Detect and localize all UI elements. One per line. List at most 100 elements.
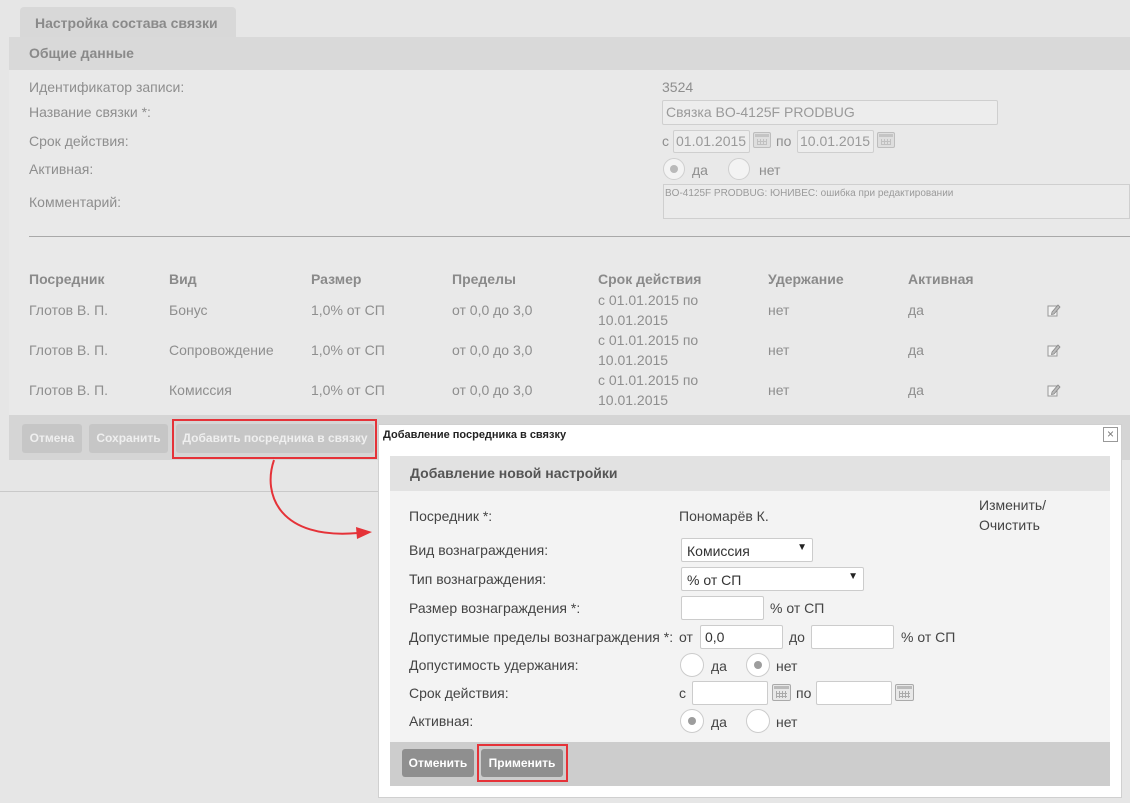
dialog-section-title: Добавление новой настройки (390, 456, 1110, 491)
section-title: Общие данные (9, 37, 1130, 70)
limits-from-prefix: от (679, 629, 693, 645)
calendar-icon[interactable] (753, 132, 771, 148)
active-yes-radio[interactable] (663, 158, 685, 180)
chevron-down-icon: ▼ (848, 571, 858, 582)
reward-type-select[interactable]: % от СП ▼ (681, 567, 864, 591)
period-to-prefix: по (776, 133, 792, 149)
id-label: Идентификатор записи: (29, 79, 185, 95)
cell-hold: нет (768, 342, 790, 358)
name-input[interactable]: Связка BO-4125F PRODBUG (662, 100, 998, 125)
cell-active: да (908, 342, 924, 358)
cell-active: да (908, 382, 924, 398)
hold-no-label: нет (776, 658, 798, 674)
column-header-kind: Вид (169, 271, 197, 287)
edit-icon[interactable] (1047, 383, 1061, 397)
active-label: Активная: (29, 161, 94, 177)
active-no-radio[interactable] (728, 158, 750, 180)
cell-active: да (908, 302, 924, 318)
reward-kind-select[interactable]: Комиссия ▼ (681, 538, 813, 562)
page-tab[interactable]: Настройка состава связки (20, 7, 236, 37)
period-to-prefix: по (796, 685, 812, 701)
period-from-input[interactable]: 01.01.2015 (673, 130, 750, 153)
id-value: 3524 (662, 79, 694, 95)
calendar-icon[interactable] (772, 684, 791, 701)
agent-label: Посредник *: (409, 508, 493, 524)
reward-kind-label: Вид вознаграждения: (409, 542, 549, 558)
cell-agent: Глотов В. П. (29, 382, 109, 398)
calendar-icon[interactable] (895, 684, 914, 701)
reward-size-input[interactable] (681, 596, 764, 620)
chevron-down-icon: ▼ (797, 542, 807, 553)
column-header-agent: Посредник (29, 271, 105, 287)
calendar-icon[interactable] (877, 132, 895, 148)
dialog-cancel-button[interactable]: Отменить (402, 749, 474, 777)
column-header-hold: Удержание (768, 271, 844, 287)
limits-to-prefix: до (789, 629, 805, 645)
cell-agent: Глотов В. П. (29, 302, 109, 318)
cell-period-line1: с 01.01.2015 по (598, 292, 699, 308)
hold-yes-radio[interactable] (680, 653, 704, 677)
active-no-label: нет (776, 714, 798, 730)
cell-period-line2: 10.01.2015 (598, 392, 669, 408)
cancel-button[interactable]: Отмена (22, 424, 82, 453)
cell-size: 1,0% от СП (311, 302, 385, 318)
close-icon[interactable]: × (1103, 427, 1118, 442)
cell-period-line2: 10.01.2015 (598, 352, 669, 368)
annotation-arrow-icon (269, 459, 372, 539)
active-no-radio[interactable] (746, 709, 770, 733)
agent-change-link[interactable]: Изменить/ (979, 497, 1046, 513)
edit-icon[interactable] (1047, 343, 1061, 357)
cell-size: 1,0% от СП (311, 342, 385, 358)
save-button[interactable]: Сохранить (89, 424, 168, 453)
hold-no-radio[interactable] (746, 653, 770, 677)
limits-label: Допустимые пределы вознаграждения *: (409, 629, 674, 645)
highlight-apply (477, 744, 568, 782)
active-yes-label: да (711, 714, 727, 730)
cell-limits: от 0,0 до 3,0 (452, 302, 533, 318)
reward-size-label: Размер вознаграждения *: (409, 600, 581, 616)
reward-kind-value: Комиссия (687, 543, 750, 559)
cell-period-line1: с 01.01.2015 по (598, 332, 699, 348)
active-yes-radio[interactable] (680, 709, 704, 733)
period-label: Срок действия: (29, 133, 129, 149)
active-label: Активная: (409, 713, 474, 729)
comment-textarea[interactable]: BO-4125F PRODBUG: ЮНИВЕС: ошибка при ред… (663, 184, 1130, 219)
cell-hold: нет (768, 382, 790, 398)
hold-label: Допустимость удержания: (409, 657, 579, 673)
hold-yes-label: да (711, 658, 727, 674)
cell-hold: нет (768, 302, 790, 318)
period-to-input[interactable] (816, 681, 892, 705)
active-yes-label: да (692, 162, 708, 178)
cell-kind: Сопровождение (169, 342, 274, 358)
dialog-title: Добавление посредника в связку (379, 425, 1121, 447)
cell-period-line1: с 01.01.2015 по (598, 372, 699, 388)
agent-clear-link[interactable]: Очистить (979, 517, 1040, 533)
column-header-size: Размер (311, 271, 362, 287)
cell-size: 1,0% от СП (311, 382, 385, 398)
cell-period-line2: 10.01.2015 (598, 312, 669, 328)
period-from-prefix: с (662, 133, 669, 149)
divider (29, 236, 1130, 237)
period-to-input[interactable]: 10.01.2015 (797, 130, 874, 153)
limits-to-input[interactable] (811, 625, 894, 649)
reward-size-unit: % от СП (770, 600, 825, 616)
period-label: Срок действия: (409, 685, 509, 701)
cell-limits: от 0,0 до 3,0 (452, 342, 533, 358)
comment-label: Комментарий: (29, 194, 122, 210)
column-header-period: Срок действия (598, 271, 702, 287)
column-header-limits: Пределы (452, 271, 516, 287)
agent-value: Пономарёв К. (679, 508, 769, 524)
reward-type-value: % от СП (687, 572, 742, 588)
edit-icon[interactable] (1047, 303, 1061, 317)
column-header-active: Активная (908, 271, 974, 287)
cell-kind: Бонус (169, 302, 208, 318)
cell-kind: Комиссия (169, 382, 232, 398)
active-no-label: нет (759, 162, 781, 178)
cell-agent: Глотов В. П. (29, 342, 109, 358)
period-from-input[interactable] (692, 681, 768, 705)
reward-type-label: Тип вознаграждения: (409, 571, 547, 587)
highlight-add-agent (172, 419, 377, 459)
limits-from-input[interactable]: 0,0 (700, 625, 783, 649)
limits-unit: % от СП (901, 629, 956, 645)
period-from-prefix: с (679, 685, 686, 701)
